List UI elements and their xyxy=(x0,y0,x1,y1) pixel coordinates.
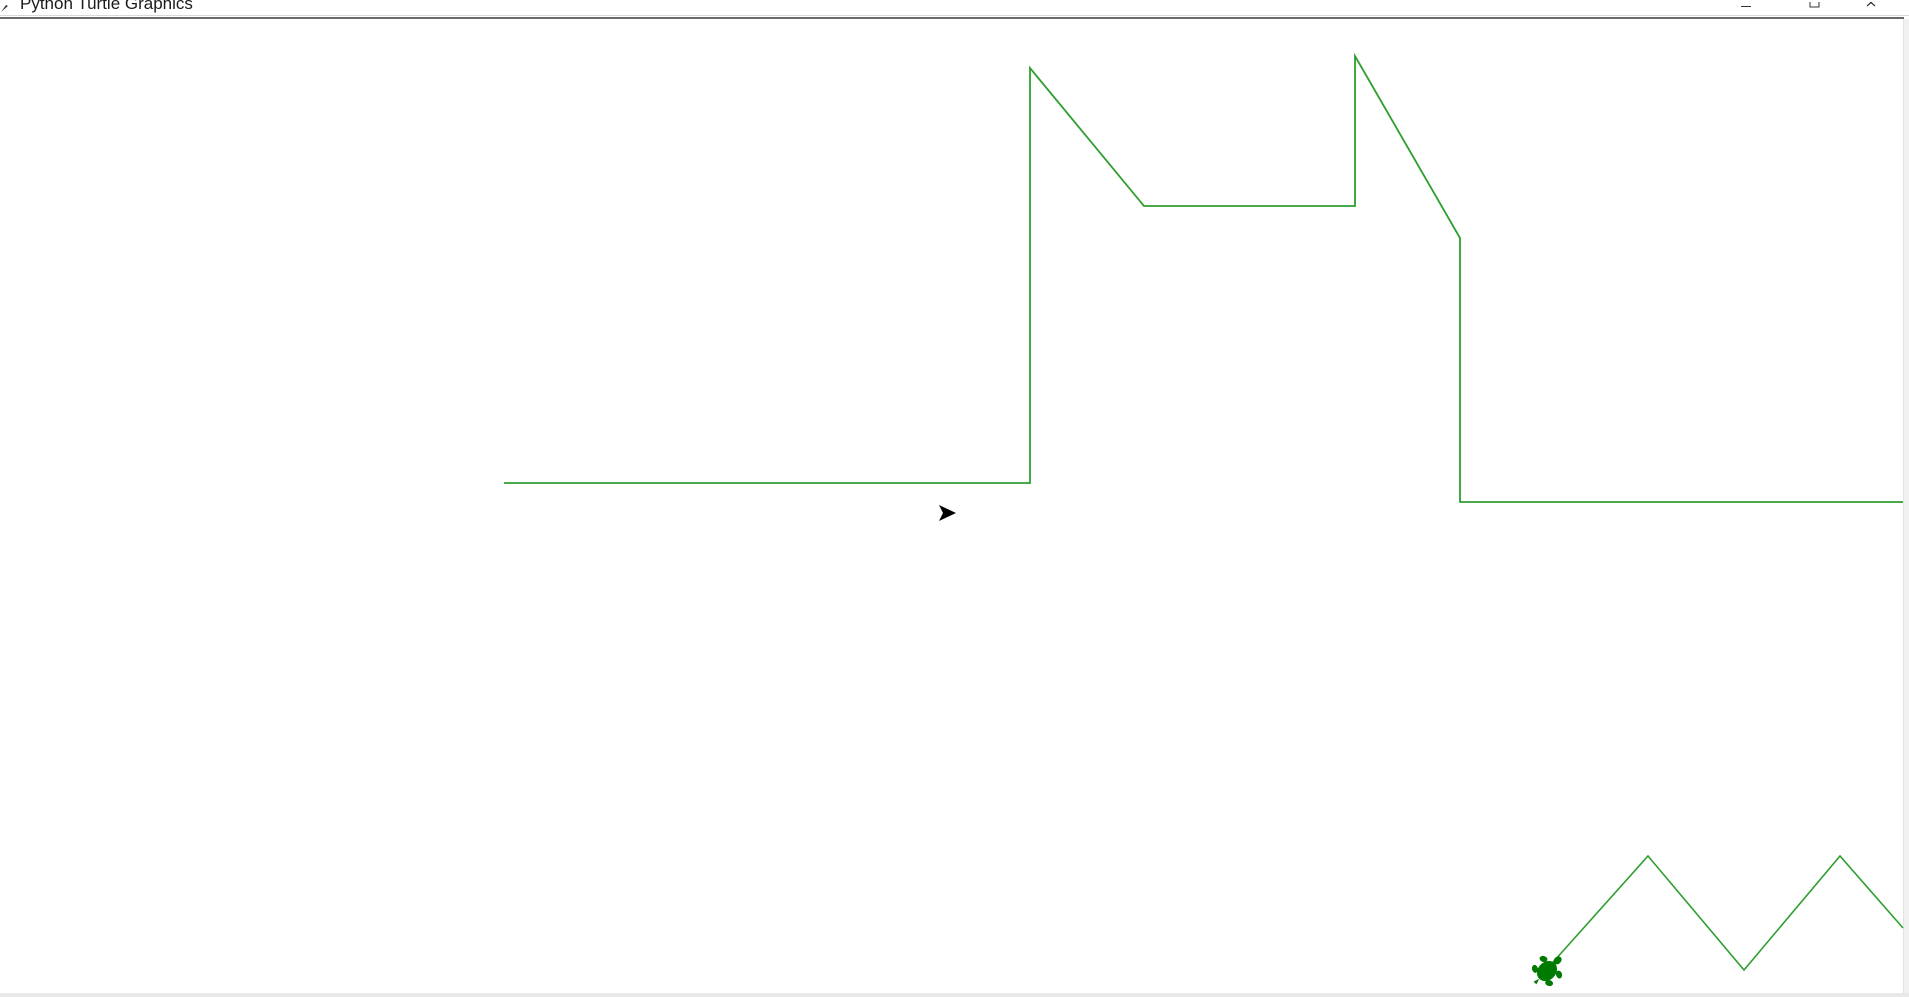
drawing-layer xyxy=(504,52,1904,994)
arrow-turtle[interactable] xyxy=(939,505,956,521)
turtle-icon[interactable] xyxy=(1524,946,1572,994)
turtle-window: Python Turtle Graphics xyxy=(0,0,1909,997)
pen-trail-lower xyxy=(1545,854,1904,972)
pen-trail-upper xyxy=(504,52,1903,503)
